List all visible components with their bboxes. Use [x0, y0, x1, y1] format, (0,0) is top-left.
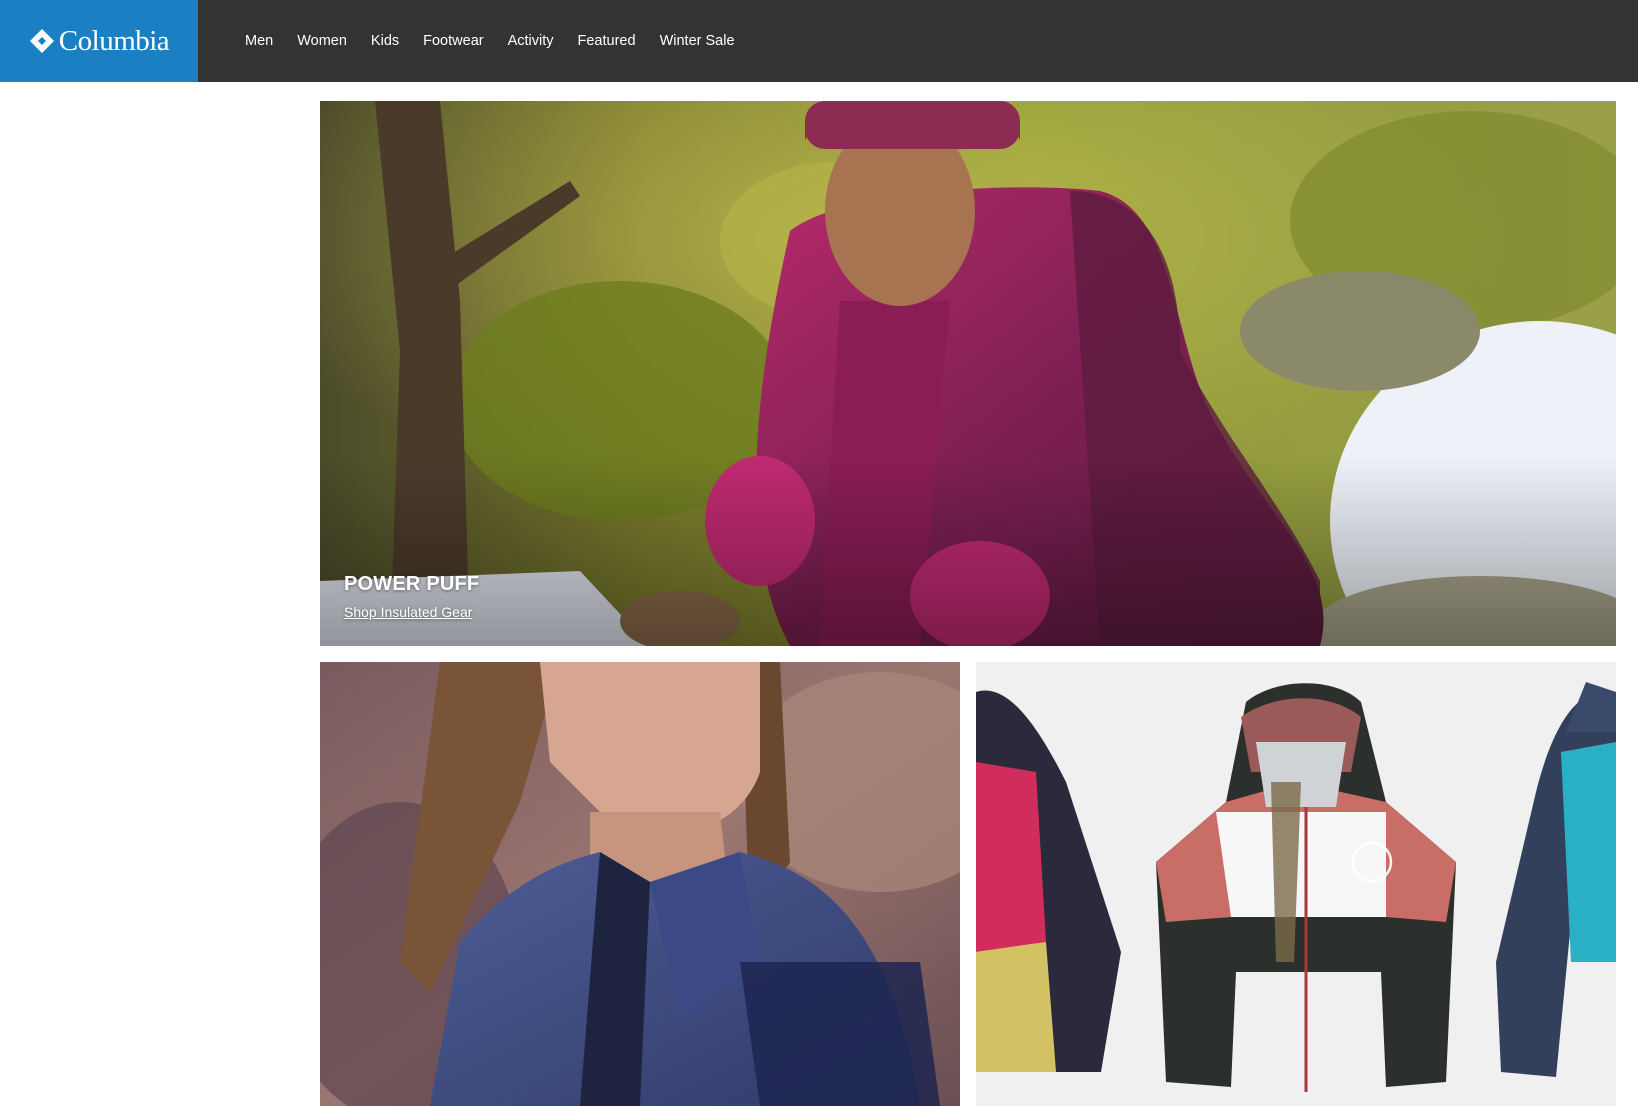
main-nav: Men Women Kids Footwear Activity Feature…: [245, 33, 735, 49]
nav-item-footwear[interactable]: Footwear: [423, 33, 483, 49]
brand-logo-link[interactable]: Columbia: [0, 0, 198, 82]
nav-item-women[interactable]: Women: [297, 33, 347, 49]
nav-item-winter-sale[interactable]: Winter Sale: [660, 33, 735, 49]
nav-item-men[interactable]: Men: [245, 33, 273, 49]
columbia-diamond-icon: [29, 29, 54, 53]
promo-tile-fleece[interactable]: [320, 662, 960, 1106]
nav-item-kids[interactable]: Kids: [371, 33, 399, 49]
hero-banner[interactable]: POWER PUFF Shop Insulated Gear: [320, 101, 1616, 646]
hero-image: [320, 101, 1616, 646]
jackets-product-image: [976, 662, 1616, 1106]
hero-title: POWER PUFF: [344, 573, 480, 595]
brand-name: Columbia: [58, 24, 170, 57]
shop-insulated-gear-link[interactable]: Shop Insulated Gear: [344, 604, 472, 620]
fleece-model-image: [320, 662, 960, 1106]
hero-caption: POWER PUFF Shop Insulated Gear: [344, 573, 479, 622]
nav-item-activity[interactable]: Activity: [508, 33, 554, 49]
site-header: Columbia Men Women Kids Footwear Activit…: [0, 0, 1638, 82]
nav-item-featured[interactable]: Featured: [578, 33, 636, 49]
promo-tile-jackets[interactable]: [976, 662, 1616, 1106]
